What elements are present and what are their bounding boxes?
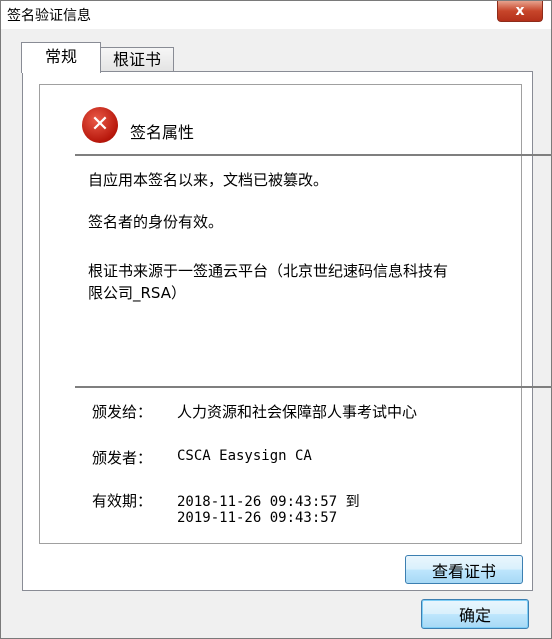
close-button[interactable]: x <box>497 1 543 22</box>
issuer-value: CSCA Easysign CA <box>177 448 312 464</box>
issued-to-label: 颁发给： <box>92 403 153 421</box>
status-document-modified: 自应用本签名以来，文档已被篡改。 <box>88 171 329 189</box>
status-root-cert-line2: 限公司_RSA） <box>88 284 186 302</box>
dialog-window: 签名验证信息 x 常规 根证书 ✕ 签名属性 自应用本签名以来，文档已被篡改。 … <box>0 0 552 639</box>
status-signer-valid: 签名者的身份有效。 <box>88 213 224 231</box>
validity-start: 2018-11-26 09:43:57 到 <box>177 494 360 510</box>
validity-end: 2019-11-26 09:43:57 <box>177 510 338 526</box>
tab-panel-general: ✕ 签名属性 自应用本签名以来，文档已被篡改。 签名者的身份有效。 根证书来源于… <box>22 71 552 591</box>
signature-groupbox: ✕ 签名属性 自应用本签名以来，文档已被篡改。 签名者的身份有效。 根证书来源于… <box>39 84 552 544</box>
tab-root-certificate[interactable]: 根证书 <box>100 47 174 72</box>
close-icon: x <box>515 3 525 19</box>
divider-bottom <box>75 386 552 388</box>
validity-label: 有效期： <box>92 492 153 510</box>
view-certificate-button[interactable]: 查看证书 <box>405 555 523 584</box>
issued-to-value: 人力资源和社会保障部人事考试中心 <box>177 403 418 421</box>
signature-properties-heading: 签名属性 <box>130 123 195 142</box>
ok-button[interactable]: 确定 <box>421 599 529 629</box>
issuer-label: 颁发者： <box>92 449 153 467</box>
divider-top <box>75 154 552 156</box>
error-x-icon: ✕ <box>82 107 118 143</box>
tab-general[interactable]: 常规 <box>21 42 101 73</box>
title-bar[interactable]: 签名验证信息 x <box>1 1 551 29</box>
status-root-cert-line1: 根证书来源于一签通云平台（北京世纪速码信息科技有 <box>88 262 449 280</box>
window-title: 签名验证信息 <box>7 8 91 24</box>
